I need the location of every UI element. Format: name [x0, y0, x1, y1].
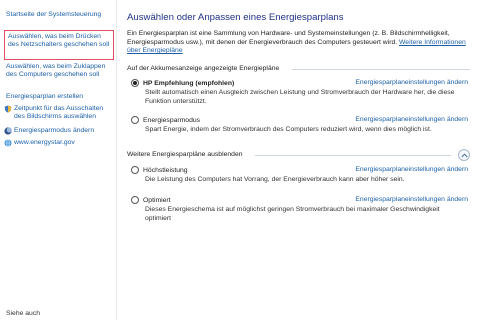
sidebar-item-lid-close[interactable]: Auswählen, was beim Zuklappen des Comput… [6, 63, 112, 80]
intro-text: Ein Energiesparplan ist eine Sammlung vo… [127, 30, 472, 56]
collapse-button[interactable] [458, 149, 470, 161]
sidebar-item-label: www.energystar.gov [14, 139, 75, 146]
plan-settings-link[interactable]: Energiesparplaneinstellungen ändern [355, 79, 468, 86]
plan-name: HP Empfehlung (empfohlen) [143, 79, 235, 87]
sidebar-item-label: Zeitpunkt für das Ausschalten des Bildsc… [14, 105, 104, 121]
plan-radio[interactable] [131, 166, 139, 174]
plan-energy-saver-radio-row[interactable]: Energiesparmodus [131, 116, 200, 124]
plan-settings-link[interactable]: Energiesparplaneinstellungen ändern [355, 116, 468, 123]
plan-name: Optimiert [143, 196, 171, 204]
plan-name: Höchstleistung [143, 166, 188, 174]
see-also-heading: Siehe auch [6, 310, 41, 317]
sidebar-item-sleep[interactable]: Energiesparmodus ändern [4, 127, 114, 135]
page-title: Auswählen oder Anpassen eines Energiespa… [127, 12, 344, 23]
sidebar-item-display-off[interactable]: Zeitpunkt für das Ausschalten des Bildsc… [4, 105, 114, 122]
plan-optimized-radio-row[interactable]: Optimiert [131, 196, 171, 204]
plan-name: Energiesparmodus [143, 116, 201, 124]
plan-description: Stellt automatisch einen Ausgleich zwisc… [145, 89, 455, 105]
main-content: Auswählen oder Anpassen eines Energiespa… [118, 0, 480, 320]
moon-icon [4, 127, 12, 135]
plan-high-performance-radio-row[interactable]: Höchstleistung [131, 166, 188, 174]
group-divider [292, 69, 470, 70]
group-divider [255, 155, 451, 156]
sidebar-item-create-plan[interactable]: Energiesparplan erstellen [6, 93, 112, 101]
plan-description: Dieses Energieschema ist auf möglichst g… [145, 206, 440, 222]
plan-description: Spart Energie, indem der Stromverbrauch … [145, 126, 432, 133]
more-plans-toggle-label[interactable]: Weitere Energiesparpläne ausblenden [127, 151, 243, 158]
plan-radio-selected[interactable] [131, 79, 139, 87]
plan-settings-link[interactable]: Energiesparplaneinstellungen ändern [355, 166, 468, 173]
plan-hp-radio-row[interactable]: HP Empfehlung (empfohlen) [131, 79, 234, 87]
plan-settings-link[interactable]: Energiesparplaneinstellungen ändern [355, 196, 468, 203]
sidebar-item-power-button[interactable]: Auswählen, was beim Drücken des Netzscha… [4, 30, 114, 60]
plan-description: Die Leistung des Computers hat Vorrang, … [145, 176, 405, 183]
sidebar: Startseite der Systemsteuerung Auswählen… [0, 0, 117, 320]
sidebar-home-link[interactable]: Startseite der Systemsteuerung [6, 11, 101, 18]
plan-radio[interactable] [131, 116, 139, 124]
sidebar-item-energystar[interactable]: www.energystar.gov [4, 139, 114, 147]
shield-icon [4, 105, 12, 113]
plan-radio[interactable] [131, 196, 139, 204]
globe-icon [4, 139, 12, 147]
sidebar-item-label: Energiesparmodus ändern [14, 127, 95, 134]
battery-plans-group-label: Auf der Akkumesanzeige angezeigte Energi… [127, 65, 280, 72]
chevron-up-icon [460, 152, 468, 157]
